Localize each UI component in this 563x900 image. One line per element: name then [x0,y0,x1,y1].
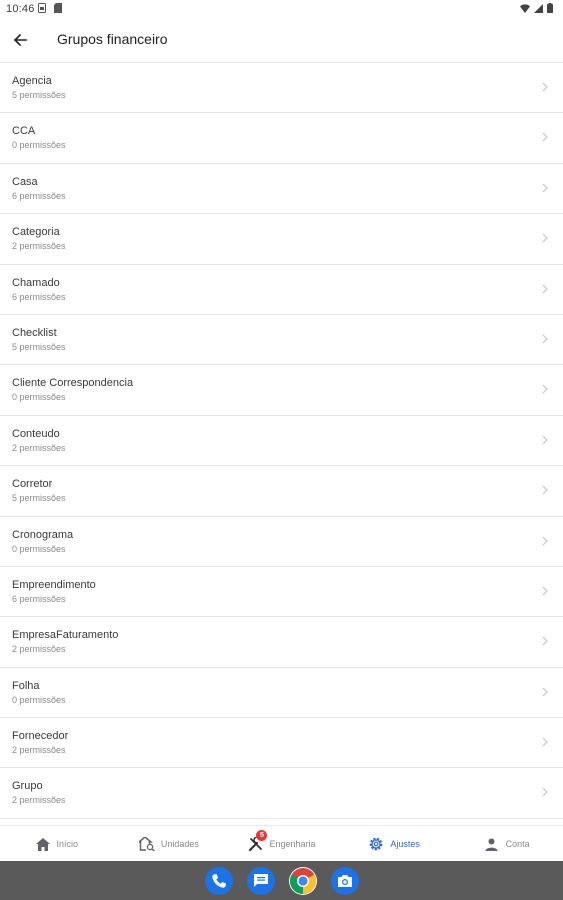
nav-label: Início [56,839,79,849]
list-item[interactable]: Categoria 2 permissões [0,214,563,265]
phone-icon [211,873,226,888]
bottom-navigation: Início Unidades 5 Engenharia Ajustes Con… [0,825,563,862]
list-item-name: Cronograma [12,528,74,541]
gear-icon [368,836,384,852]
list-item-name: Conteudo [12,427,60,440]
list-item-name: Cliente Correspondencia [12,377,134,390]
camera-icon [337,874,352,887]
list-item-name: CCA [12,125,36,138]
status-bar: 10:46 [0,0,563,18]
list-item-permissions: 0 permissões [12,140,66,151]
list-item-name: EmpresaFaturamento [12,629,119,642]
list-item-name: Categoria [12,226,60,239]
chrome-icon [289,867,316,894]
nav-label: Ajustes [390,839,420,849]
list-item-permissions: 2 permissões [12,795,66,806]
chevron-right-icon [542,536,548,545]
nav-label: Unidades [160,839,199,849]
messages-app-button[interactable] [246,866,275,895]
messages-icon [253,874,268,887]
signal-icon [534,3,543,13]
nav-item-unidades[interactable]: Unidades [113,826,226,862]
list-item[interactable]: Empreendimento 6 permissões [0,567,563,618]
chevron-right-icon [542,435,548,445]
app-bar: Grupos financeiro [0,18,563,63]
list-item[interactable]: Checklist 5 permissões [0,315,563,366]
person-icon [484,836,500,852]
chevron-right-icon [542,737,548,747]
chevron-right-icon [542,132,548,142]
list-item-name: Fornecedor [12,730,69,743]
battery-icon [547,3,553,13]
list-item[interactable]: CCA 0 permissões [0,113,563,164]
chevron-right-icon [542,82,548,92]
list-item-permissions: 2 permissões [12,644,66,655]
chevron-right-icon [542,687,548,697]
list-item-name: Checklist [12,326,57,339]
nav-item-conta[interactable]: Conta [450,826,563,862]
list-item-name: Chamado [12,276,60,289]
list-item-name: Empreendimento [12,578,96,591]
chevron-right-icon [542,636,548,646]
list-item-permissions: 0 permissões [12,694,66,705]
app-dock [0,861,563,900]
chevron-right-icon [542,334,548,344]
list-item[interactable]: Cliente Correspondencia 0 permissões [0,365,563,416]
house-search-icon [138,836,155,852]
list-item-permissions: 6 permissões [12,593,66,604]
status-icons [520,3,553,13]
list-item-permissions: 6 permissões [12,190,66,201]
chevron-right-icon [542,183,548,193]
chevron-right-icon [542,788,548,797]
list-item-permissions: 5 permissões [12,90,66,100]
list-item-permissions: 2 permissões [12,442,66,453]
chevron-right-icon [542,586,548,596]
list-item[interactable]: Fornecedor 2 permissões [0,718,563,769]
arrow-back-icon [13,33,27,47]
list-item-name: Folha [12,679,40,692]
list-item[interactable]: Corretor 5 permissões [0,466,563,517]
status-time: 10:46 [6,3,35,15]
wifi-icon [520,3,530,13]
tools-icon: 5 [247,830,268,852]
list-item-name: Casa [12,175,38,188]
chevron-right-icon [542,233,548,243]
list-item-permissions: 2 permissões [12,745,66,756]
list-item-permissions: 5 permissões [12,341,66,352]
list-item[interactable]: Grupo 2 permissões [0,768,563,819]
list-item-name: Grupo [12,780,43,793]
list-item-permissions: 0 permissões [12,392,66,403]
chrome-app-button[interactable] [288,866,317,895]
home-icon [35,836,51,852]
camera-app-button[interactable] [330,866,359,895]
nav-label: Conta [505,839,530,849]
list-item-name: Agencia [12,75,52,87]
chevron-right-icon [542,384,548,394]
sim-icon [38,3,46,16]
list-item-permissions: 2 permissões [12,241,66,252]
list-item[interactable]: Agencia 5 permissões [0,63,563,114]
nav-item-ajustes[interactable]: Ajustes [338,826,451,862]
list-item[interactable]: Folha 0 permissões [0,668,563,719]
sd-card-icon [54,3,62,16]
chevron-right-icon [542,485,548,495]
nav-item-engenharia[interactable]: 5 Engenharia [225,826,338,862]
nav-item-inicio[interactable]: Início [0,826,113,862]
chevron-right-icon [542,284,548,293]
nav-label: Engenharia [269,839,316,849]
phone-app-button[interactable] [204,866,233,895]
notification-badge: 5 [256,830,268,841]
group-list: Agencia 5 permissões CCA 0 permissões Ca… [0,63,563,825]
list-item[interactable]: Casa 6 permissões [0,164,563,215]
back-button[interactable] [8,28,32,52]
list-item-name: Corretor [12,478,53,491]
list-item-permissions: 5 permissões [12,493,66,504]
page-title: Grupos financeiro [57,31,168,47]
list-item[interactable]: Conteudo 2 permissões [0,416,563,467]
list-item-permissions: 0 permissões [12,543,66,554]
list-item[interactable]: Cronograma 0 permissões [0,517,563,567]
list-item[interactable]: Chamado 6 permissões [0,265,563,315]
list-item-permissions: 6 permissões [12,291,66,302]
list-item[interactable]: EmpresaFaturamento 2 permissões [0,617,563,668]
